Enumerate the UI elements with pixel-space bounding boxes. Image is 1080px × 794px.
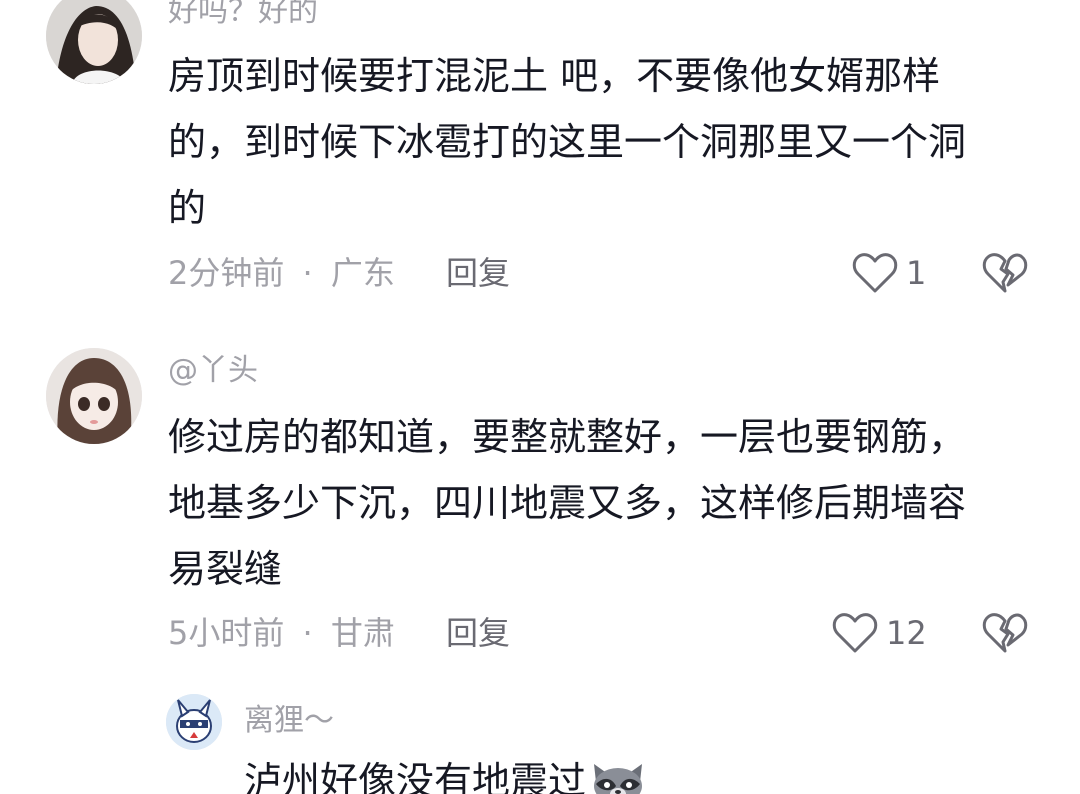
comment-line: 房顶到时候要打混泥土 吧，不要像他女婿那样 <box>168 54 941 98</box>
comment-meta: 2分钟前 · 广东 <box>168 257 395 289</box>
comment-text: 泸州好像没有地震过 <box>244 748 646 794</box>
like-button[interactable]: 1 <box>852 250 926 296</box>
comment-time: 2分钟前 <box>168 254 285 292</box>
reply-button[interactable]: 回复 <box>446 257 510 289</box>
comment-line: 的，到时候下冰雹打的这里一个洞那里又一个洞 <box>168 120 967 164</box>
reply-item: 离狸～ 泸州好像没有地震过 <box>0 690 1080 794</box>
comment-line: 的 <box>168 186 207 230</box>
like-button[interactable]: 12 <box>832 610 927 656</box>
comment-time: 5小时前 <box>168 614 285 652</box>
comment-list: 好吗？好的 房顶到时候要打混泥土 吧，不要像他女婿那样 的，到时候下冰雹打的这里… <box>0 0 1080 794</box>
reply-button[interactable]: 回复 <box>446 617 510 649</box>
comment-text: 修过房的都知道，要整就整好，一层也要钢筋， 地基多少下沉，四川地震又多，这样修后… <box>168 404 966 602</box>
like-count: 1 <box>906 254 927 292</box>
avatar[interactable] <box>166 694 222 750</box>
like-count: 12 <box>886 614 927 652</box>
raccoon-emoji-icon <box>590 758 646 794</box>
meta-separator: · <box>302 254 313 292</box>
avatar[interactable] <box>46 348 142 444</box>
broken-heart-icon <box>982 252 1028 294</box>
reply-to-username[interactable]: 好吗？好的 <box>168 0 318 27</box>
heart-outline-icon <box>832 612 878 654</box>
comment-item: 好吗？好的 房顶到时候要打混泥土 吧，不要像他女婿那样 的，到时候下冰雹打的这里… <box>0 0 1080 330</box>
heart-outline-icon <box>852 252 898 294</box>
avatar[interactable] <box>46 0 142 84</box>
comment-line: 泸州好像没有地震过 <box>244 748 646 794</box>
comment-item: @丫头 修过房的都知道，要整就整好，一层也要钢筋， 地基多少下沉，四川地震又多，… <box>0 340 1080 680</box>
comment-line: 地基多少下沉，四川地震又多，这样修后期墙容 <box>168 481 967 525</box>
comment-line-text: 泸州好像没有地震过 <box>244 759 587 794</box>
comment-username[interactable]: @丫头 <box>168 356 258 386</box>
dislike-button[interactable] <box>982 612 1028 658</box>
dislike-button[interactable] <box>982 252 1028 298</box>
comment-meta: 5小时前 · 甘肃 <box>168 617 395 649</box>
comment-text: 房顶到时候要打混泥土 吧，不要像他女婿那样 的，到时候下冰雹打的这里一个洞那里又… <box>168 43 966 241</box>
comment-line: 易裂缝 <box>168 547 283 591</box>
meta-separator: · <box>302 614 313 652</box>
comment-line: 修过房的都知道，要整就整好，一层也要钢筋， <box>168 415 967 459</box>
broken-heart-icon <box>982 612 1028 654</box>
comment-username[interactable]: 离狸～ <box>244 706 334 736</box>
comment-location: 广东 <box>330 254 395 292</box>
comment-location: 甘肃 <box>330 614 395 652</box>
